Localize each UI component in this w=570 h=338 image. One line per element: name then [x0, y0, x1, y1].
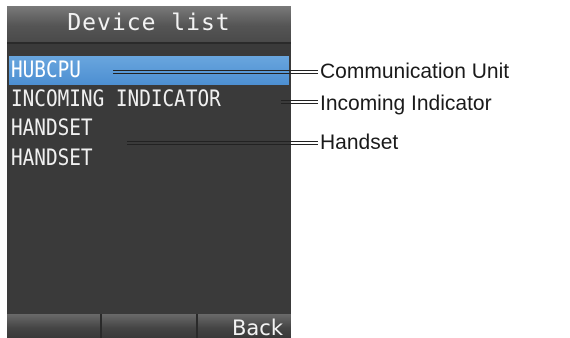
- softkey-center[interactable]: [102, 314, 198, 338]
- callout-communication-unit: Communication Unit: [320, 60, 510, 83]
- list-item-handset[interactable]: HANDSET: [11, 144, 252, 173]
- list-item-handset[interactable]: HANDSET: [11, 114, 252, 143]
- back-softkey[interactable]: Back: [197, 314, 291, 338]
- leader-line-communication-unit: [113, 70, 318, 74]
- leader-line-handset: [127, 141, 318, 145]
- device-screen: Device list HUBCPU INCOMING INDICATOR HA…: [7, 6, 291, 338]
- callout-handset: Handset: [320, 131, 399, 154]
- screen-title: Device list: [67, 10, 231, 36]
- leader-line-incoming-indicator: [281, 100, 318, 104]
- softkey-left[interactable]: [7, 314, 103, 338]
- softkey-bar: Back: [7, 314, 291, 338]
- callout-incoming-indicator: Incoming Indicator: [320, 92, 492, 115]
- title-bar: Device list: [7, 6, 291, 44]
- list-item-incoming-indicator[interactable]: INCOMING INDICATOR: [11, 85, 252, 114]
